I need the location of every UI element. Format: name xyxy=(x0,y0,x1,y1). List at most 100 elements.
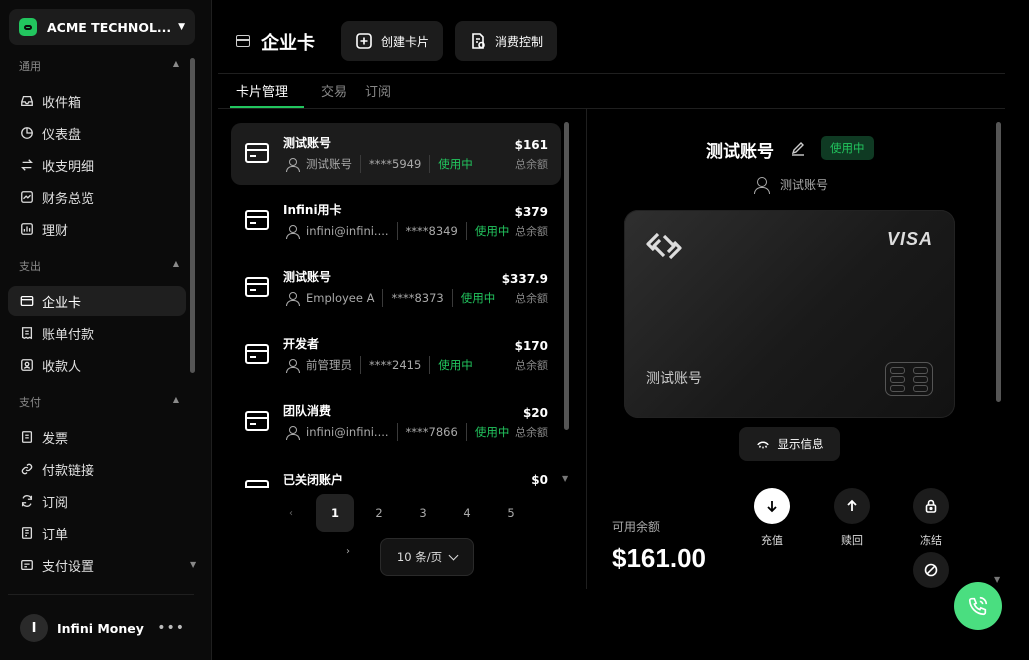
card-amount: $337.9 xyxy=(501,272,548,286)
tab-card-management[interactable]: 卡片管理 xyxy=(236,81,288,100)
card-number: ****8373 xyxy=(391,291,444,305)
list-scrollbar[interactable] xyxy=(564,122,569,430)
sidebar-item-invest[interactable]: 理财 xyxy=(8,214,186,244)
card-number: ****7866 xyxy=(405,425,458,439)
create-card-label: 创建卡片 xyxy=(381,34,430,49)
arrow-up-icon xyxy=(847,499,857,511)
org-logo-icon xyxy=(19,18,37,36)
sidebar-item-corporate-card[interactable]: 企业卡 xyxy=(8,286,186,316)
collapse-icon: ▲ xyxy=(172,59,179,68)
dashboard-icon xyxy=(20,126,34,140)
sidebar-item-subscriptions[interactable]: 订阅 xyxy=(8,486,186,516)
card-list-item[interactable]: 测试账号 Employee A ****8373 使用中 $337.9 总余额 xyxy=(231,257,561,319)
sidebar-item-dashboard[interactable]: 仪表盘 xyxy=(8,118,186,148)
collapse-icon: ▲ xyxy=(172,259,179,268)
page-button[interactable]: 5 xyxy=(492,494,530,532)
create-card-button[interactable]: 创建卡片 xyxy=(341,21,444,61)
scroll-down-icon[interactable]: ▼ xyxy=(190,560,196,569)
card-name: 测试账号 xyxy=(283,270,332,284)
caret-down-icon: ▼ xyxy=(178,22,185,32)
section-general-header[interactable]: 通用 ▲ xyxy=(19,58,179,74)
page-button[interactable]: 4 xyxy=(448,494,486,532)
invest-icon xyxy=(20,222,34,236)
card-list-item[interactable]: Infini用卡 infini@infini.... ****8349 使用中 … xyxy=(231,190,561,252)
page-title: 企业卡 xyxy=(261,33,315,54)
person-icon xyxy=(286,358,300,373)
lock-icon xyxy=(925,499,937,513)
card-icon xyxy=(245,411,269,431)
amount-label: 总余额 xyxy=(515,225,548,238)
next-page-button[interactable]: › xyxy=(338,546,358,557)
card-icon xyxy=(245,480,269,488)
section-payment-header[interactable]: 支付 ▲ xyxy=(19,394,179,410)
topup-label: 充值 xyxy=(761,534,783,547)
sidebar-item-label: 企业卡 xyxy=(42,295,82,311)
inbox-icon xyxy=(20,94,34,108)
card-name: Infini用卡 xyxy=(283,203,342,217)
card-holder: infini@infini.... xyxy=(306,224,389,238)
page-button[interactable]: 2 xyxy=(360,494,398,532)
cancel-card-button[interactable] xyxy=(913,552,949,588)
sidebar-item-label: 收支明细 xyxy=(42,159,95,175)
divider xyxy=(218,73,1005,74)
avatar: I xyxy=(20,614,48,642)
org-switcher[interactable]: ACME TECHNOL... ▼ xyxy=(9,9,195,45)
sidebar-item-invoices[interactable]: 发票 xyxy=(8,422,186,452)
divider xyxy=(218,108,1005,109)
card-icon xyxy=(245,344,269,364)
support-call-button[interactable] xyxy=(954,582,1002,630)
page-button[interactable]: 3 xyxy=(404,494,442,532)
section-spend-header[interactable]: 支出 ▲ xyxy=(19,258,179,274)
prev-page-button[interactable]: ‹ xyxy=(272,494,310,532)
edit-icon[interactable] xyxy=(790,140,806,156)
card-list-item[interactable]: 测试账号 测试账号 ****5949 使用中 $161 总余额 xyxy=(231,123,561,185)
spend-control-button[interactable]: 消费控制 xyxy=(455,21,558,61)
collapse-icon: ▲ xyxy=(172,395,179,404)
transactions-icon xyxy=(20,158,34,172)
balance-label: 可用余额 xyxy=(612,520,661,534)
sidebar-scrollbar[interactable] xyxy=(190,58,195,373)
card-list-item[interactable]: 已关闭账户 $0 xyxy=(231,468,561,488)
sidebar-item-label: 收款人 xyxy=(42,359,82,375)
balance-value: $161.00 xyxy=(612,543,706,573)
org-name: ACME TECHNOL... xyxy=(47,19,172,35)
status-badge: 使用中 xyxy=(474,224,510,238)
order-icon xyxy=(20,526,34,540)
sidebar-item-payment-settings[interactable]: 支付设置 xyxy=(8,550,186,580)
card-holder: infini@infini.... xyxy=(306,425,389,439)
status-badge: 使用中 xyxy=(460,291,496,305)
sidebar-item-bill-pay[interactable]: 账单付款 xyxy=(8,318,186,348)
sidebar-item-overview[interactable]: 财务总览 xyxy=(8,182,186,212)
page-size-select[interactable]: 10 条/页 xyxy=(380,538,474,576)
sidebar-item-payment-links[interactable]: 付款链接 xyxy=(8,454,186,484)
payee-icon xyxy=(20,358,34,372)
withdraw-button[interactable] xyxy=(834,488,870,524)
card-name: 测试账号 xyxy=(646,371,702,387)
sidebar-item-orders[interactable]: 订单 xyxy=(8,518,186,548)
more-icon[interactable]: ••• xyxy=(157,620,185,636)
user-menu[interactable]: I Infini Money ••• xyxy=(20,614,185,642)
show-info-label: 显示信息 xyxy=(777,437,824,451)
card-holder: Employee A xyxy=(306,291,375,305)
user-name: Infini Money xyxy=(57,620,144,636)
card-list-item[interactable]: 开发者 前管理员 ****2415 使用中 $170 总余额 xyxy=(231,324,561,386)
freeze-label: 冻结 xyxy=(920,534,942,547)
tab-transactions[interactable]: 交易 xyxy=(321,81,347,100)
spend-control-label: 消费控制 xyxy=(495,34,544,49)
card-holder-row: 测试账号 xyxy=(754,176,828,194)
card-list-item[interactable]: 团队消费 infini@infini.... ****7866 使用中 $20 … xyxy=(231,391,561,453)
tab-subscriptions[interactable]: 订阅 xyxy=(365,81,391,100)
freeze-button[interactable] xyxy=(913,488,949,524)
topup-button[interactable] xyxy=(754,488,790,524)
page-button[interactable]: 1 xyxy=(316,494,354,532)
show-info-button[interactable]: 显示信息 xyxy=(739,427,840,461)
detail-scrollbar[interactable] xyxy=(996,122,1001,402)
card-holder: 前管理员 xyxy=(306,358,352,372)
scroll-down-icon[interactable]: ▼ xyxy=(562,474,568,483)
sidebar-item-transactions[interactable]: 收支明细 xyxy=(8,150,186,180)
sidebar-item-inbox[interactable]: 收件箱 xyxy=(8,86,186,116)
sidebar-item-payees[interactable]: 收款人 xyxy=(8,350,186,380)
scroll-down-icon[interactable]: ▼ xyxy=(994,575,1000,584)
sidebar-item-label: 仪表盘 xyxy=(42,127,82,143)
status-badge: 使用中 xyxy=(438,157,473,171)
